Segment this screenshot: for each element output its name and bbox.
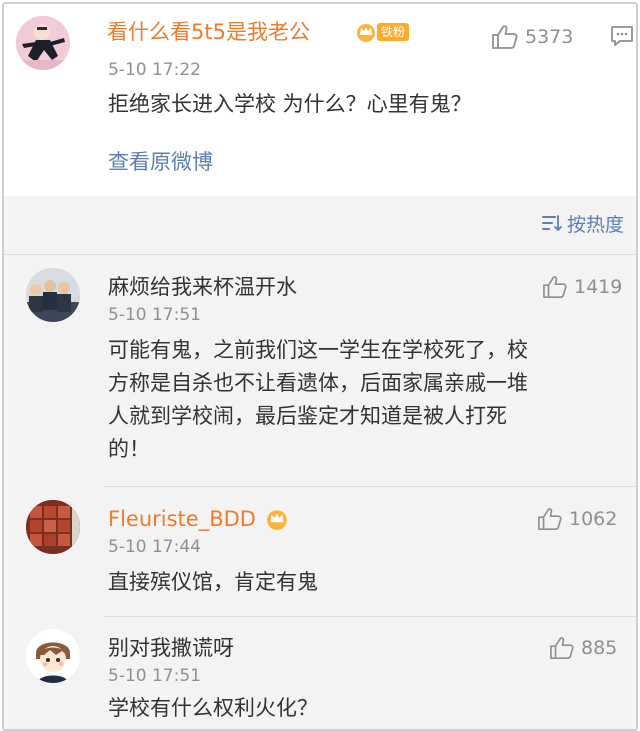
crown-icon xyxy=(357,24,375,42)
sort-toggle[interactable]: 按热度 xyxy=(541,210,624,236)
reply-time: 5-10 17:51 xyxy=(108,666,201,686)
comment-bubble-icon xyxy=(611,26,633,46)
reply-time: 5-10 17:44 xyxy=(108,537,201,557)
avatar-image xyxy=(26,268,80,322)
reply-text-line: 方称是自杀也不让看遗体，后面家属亲戚一堆 xyxy=(108,371,528,395)
reply-text-line: 直接殡仪馆，肯定有鬼 xyxy=(108,570,318,594)
reply-like-count: 1062 xyxy=(569,508,618,530)
thumbs-up-icon xyxy=(543,276,567,298)
divider xyxy=(4,254,636,255)
avatar-image xyxy=(16,16,70,70)
crown-icon xyxy=(267,510,287,530)
comment-icon[interactable] xyxy=(610,24,634,52)
comment-card: 看什么看5t5是我老公 铁粉 5-10 17:22 5373 拒绝家长进入学校 … xyxy=(2,2,638,731)
sort-icon xyxy=(541,215,562,231)
reply-text: 可能有鬼，之前我们这一学生在学校死了，校 方称是自杀也不让看遗体，后面家属亲戚一… xyxy=(108,334,628,466)
main-comment-text: 拒绝家长进入学校 为什么？心里有鬼？ xyxy=(108,92,472,116)
avatar[interactable] xyxy=(26,268,80,322)
avatar[interactable] xyxy=(26,629,80,683)
reply-like-count: 1419 xyxy=(574,276,623,298)
avatar-image xyxy=(26,500,80,554)
avatar[interactable] xyxy=(26,500,80,554)
main-comment-like-count: 5373 xyxy=(525,26,574,48)
reply-username[interactable]: 麻烦给我来杯温开水 xyxy=(108,274,297,300)
reply-section: 按热度 麻烦给我来杯温开水 5-10 17:51 1419 可能有鬼，之前我们这… xyxy=(4,196,636,729)
view-original-link[interactable]: 查看原微博 xyxy=(108,146,213,176)
divider xyxy=(104,486,636,487)
reply-like-button[interactable]: 885 xyxy=(549,635,617,661)
main-comment-username[interactable]: 看什么看5t5是我老公 xyxy=(107,19,310,45)
avatar[interactable] xyxy=(16,16,70,70)
main-comment: 看什么看5t5是我老公 铁粉 5-10 17:22 5373 拒绝家长进入学校 … xyxy=(4,4,636,196)
main-comment-time: 5-10 17:22 xyxy=(108,60,201,80)
reply-time: 5-10 17:51 xyxy=(108,305,201,325)
sort-label: 按热度 xyxy=(566,213,624,236)
main-comment-like-button[interactable]: 5373 xyxy=(491,24,573,50)
reply-username[interactable]: 别对我撒谎呀 xyxy=(108,635,234,661)
reply-like-count: 885 xyxy=(581,637,618,659)
avatar-image xyxy=(26,629,80,683)
reply-username[interactable]: Fleuriste_BDD xyxy=(108,506,256,532)
reply-text: 学校有什么权利火化？ xyxy=(108,692,318,725)
thumbs-up-icon xyxy=(538,508,562,530)
reply-text-line: 人就到学校闹，最后鉴定才知道是被人打死 xyxy=(108,404,507,428)
reply-text: 直接殡仪馆，肯定有鬼 xyxy=(108,566,318,599)
fan-badge-label: 铁粉 xyxy=(377,23,410,41)
divider xyxy=(104,616,636,617)
thumbs-up-icon xyxy=(550,637,574,659)
reply-text-line: 的！ xyxy=(108,437,150,461)
fan-badge: 铁粉 xyxy=(356,22,410,42)
reply-text-line: 学校有什么权利火化？ xyxy=(108,696,318,720)
vip-badge xyxy=(266,508,288,530)
reply-like-button[interactable]: 1419 xyxy=(542,274,622,300)
thumbs-up-icon xyxy=(492,25,518,49)
reply-like-button[interactable]: 1062 xyxy=(537,506,617,532)
reply-text-line: 可能有鬼，之前我们这一学生在学校死了，校 xyxy=(108,338,528,362)
